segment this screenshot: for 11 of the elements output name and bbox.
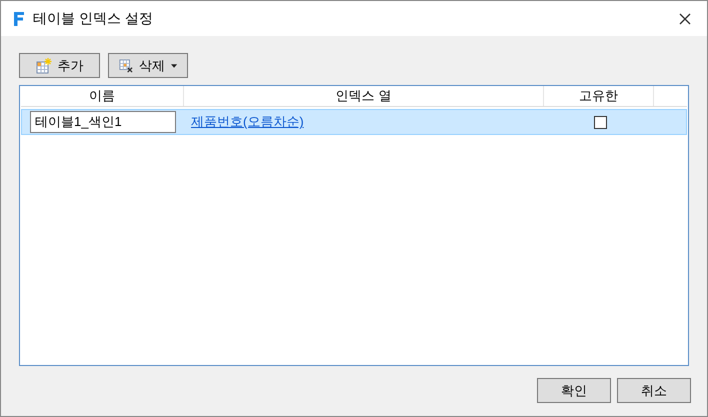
index-column-link[interactable]: 제품번호(오름차순) <box>191 114 304 130</box>
column-header[interactable]: 고유한 <box>544 86 654 106</box>
ok-button[interactable]: 확인 <box>537 378 611 403</box>
delete-button[interactable]: 삭제 <box>108 53 188 78</box>
cancel-button[interactable]: 취소 <box>617 378 691 403</box>
table-row[interactable]: 테이블1_색인1 제품번호(오름차순) <box>21 109 687 135</box>
column-header[interactable]: 이름 <box>21 86 184 106</box>
name-field[interactable]: 테이블1_색인1 <box>30 111 176 133</box>
add-button[interactable]: 추가 <box>19 53 100 78</box>
window-title: 테이블 인덱스 설정 <box>33 9 153 28</box>
column-header[interactable]: 인덱스 열 <box>184 86 544 106</box>
